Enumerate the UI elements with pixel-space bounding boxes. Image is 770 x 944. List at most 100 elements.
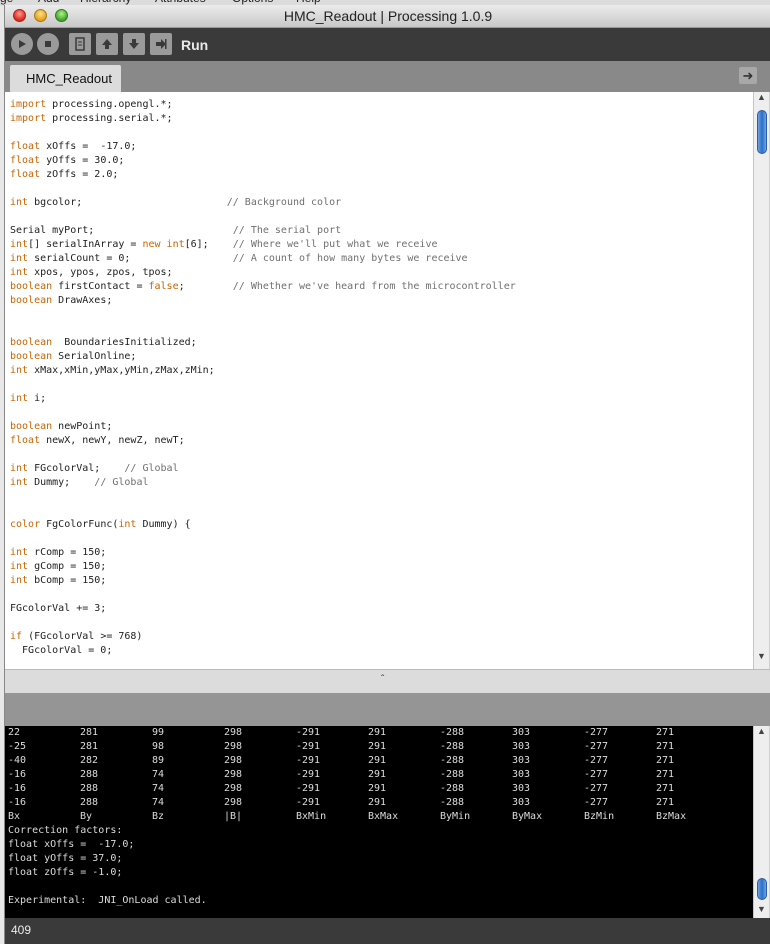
console-data-row: -16 288 74 298 -291 291 -288 303 -277 271	[8, 782, 748, 796]
code-comment: // The serial port	[232, 225, 342, 236]
console-cell: BxMax	[368, 811, 399, 822]
code-line: float xOffs = -17.0;	[10, 140, 136, 154]
code-text: [] serialInArray =	[28, 239, 143, 250]
console-cell: 98	[152, 741, 165, 752]
console-cell: 291	[368, 783, 387, 794]
console-data-row: -16 288 74 298 -291 291 -288 303 -277 271	[8, 768, 748, 782]
console-header-row: Bx By Bz |B| BxMin BxMax ByMin ByMax BzMin BzMax	[8, 810, 748, 824]
code-line: float yOffs = 30.0;	[10, 154, 124, 168]
console-cell: 271	[656, 741, 675, 752]
console-cell: -16	[8, 769, 27, 780]
console-cell: BzMax	[656, 811, 687, 822]
console-cell: 74	[152, 769, 165, 780]
save-icon[interactable]	[123, 33, 145, 55]
scroll-down-icon[interactable]: ▼	[757, 651, 766, 661]
code-editor[interactable]: import processing.opengl.*; import proces…	[5, 92, 753, 669]
console-cell: 291	[368, 797, 387, 808]
code-keyword: import	[10, 99, 47, 110]
code-keyword: int	[10, 253, 29, 264]
console-scroll-up-icon[interactable]: ▲	[757, 726, 766, 736]
console-cell: |B|	[224, 811, 243, 822]
code-text: Dummy) {	[136, 519, 191, 530]
split-divider[interactable]: ˆ	[5, 669, 770, 693]
code-line: int xpos, ypos, zpos, tpos;	[10, 266, 173, 280]
console-cell: 291	[368, 727, 387, 738]
code-text: xMax,xMin,yMax,yMin,zMax,zMin;	[28, 365, 215, 376]
footer-bar: 409	[5, 918, 770, 944]
code-keyword: boolean	[10, 281, 53, 292]
console-cell: -288	[440, 727, 465, 738]
console-cell: 298	[224, 769, 243, 780]
console-cell: ByMin	[440, 811, 471, 822]
code-text: [6];	[184, 239, 233, 250]
code-line: int i;	[10, 392, 46, 406]
code-keyword: color	[10, 519, 41, 530]
console-scrollbar[interactable]: ▲ ▼	[753, 726, 769, 918]
open-icon[interactable]	[96, 33, 118, 55]
code-line: import processing.serial.*;	[10, 112, 173, 126]
code-text: FGcolorVal = 0;	[10, 645, 113, 656]
code-text: gComp = 150;	[28, 561, 107, 572]
code-line: int[] serialInArray = new int[6]; // Whe…	[10, 238, 437, 252]
console-cell: 291	[368, 741, 387, 752]
code-line: Serial myPort; // The serial port	[10, 224, 341, 238]
code-keyword: int	[10, 239, 29, 250]
console-cell: -277	[584, 755, 609, 766]
code-keyword: int	[10, 547, 29, 558]
code-keyword: int	[10, 477, 29, 488]
code-text: FgColorFunc(	[40, 519, 119, 530]
code-line: int Dummy; // Global	[10, 476, 148, 490]
code-line: if (FGcolorVal >= 768)	[10, 630, 142, 644]
code-line: int bgcolor; // Background color	[10, 196, 341, 210]
code-text: newPoint;	[52, 421, 113, 432]
console-cell: -288	[440, 755, 465, 766]
code-text: serialCount = 0;	[28, 253, 233, 264]
tab-hmc-readout[interactable]: HMC_Readout	[10, 65, 121, 92]
code-text: rComp = 150;	[28, 547, 107, 558]
code-text: yOffs = 30.0;	[40, 155, 125, 166]
code-keyword: if	[10, 631, 23, 642]
console-cell: 298	[224, 727, 243, 738]
code-comment: // A count of how many bytes we receive	[232, 253, 468, 264]
code-keyword: boolean	[10, 421, 53, 432]
code-text: DrawAxes;	[52, 295, 113, 306]
editor-scroll-thumb[interactable]	[757, 110, 767, 154]
console-cell: 22	[8, 727, 21, 738]
console-scroll-thumb[interactable]	[757, 878, 767, 900]
console-cell: 271	[656, 755, 675, 766]
console-cell: 74	[152, 797, 165, 808]
code-text: zOffs = 2.0;	[40, 169, 119, 180]
console-scroll-down-icon[interactable]: ▼	[757, 904, 766, 914]
code-keyword: boolean	[10, 337, 53, 348]
console-cell: -291	[296, 741, 321, 752]
console-cell: BxMin	[296, 811, 327, 822]
code-text: bgcolor;	[28, 197, 227, 208]
export-icon[interactable]	[150, 33, 172, 55]
stop-icon[interactable]	[37, 33, 59, 55]
title-bar[interactable]: HMC_Readout | Processing 1.0.9	[5, 5, 770, 28]
code-text: bComp = 150;	[28, 575, 107, 586]
console-output[interactable]: 22 281 99 298 -291 291 -288 303 -277 271 -25 281 98 2…	[5, 726, 753, 918]
console-cell: -16	[8, 797, 27, 808]
console-cell: -291	[296, 769, 321, 780]
new-icon[interactable]	[69, 33, 91, 55]
code-line: int FGcolorVal; // Global	[10, 462, 179, 476]
console-line: float zOffs = -1.0;	[8, 867, 123, 878]
console-cell: -288	[440, 741, 465, 752]
console-cell: 298	[224, 797, 243, 808]
code-keyword: int	[166, 239, 185, 250]
toolbar-status-label: Run	[181, 37, 209, 53]
console-cell: Bx	[8, 811, 21, 822]
code-text: processing.opengl.*;	[46, 99, 173, 110]
run-icon[interactable]	[11, 33, 33, 55]
console-cell: -25	[8, 741, 27, 752]
console-cell: 298	[224, 755, 243, 766]
code-line: boolean firstContact = false; // Whether…	[10, 280, 516, 294]
console-line: Experimental: JNI_OnLoad called.	[8, 895, 207, 906]
console-cell: 282	[80, 755, 99, 766]
scroll-up-icon[interactable]: ▲	[757, 92, 766, 102]
divider-grip-icon[interactable]: ˆ	[381, 674, 384, 685]
editor-scrollbar[interactable]: ▲ ▼	[753, 92, 769, 669]
tab-menu-arrow-icon[interactable]: ➜	[739, 67, 757, 84]
code-keyword: int	[10, 393, 29, 404]
